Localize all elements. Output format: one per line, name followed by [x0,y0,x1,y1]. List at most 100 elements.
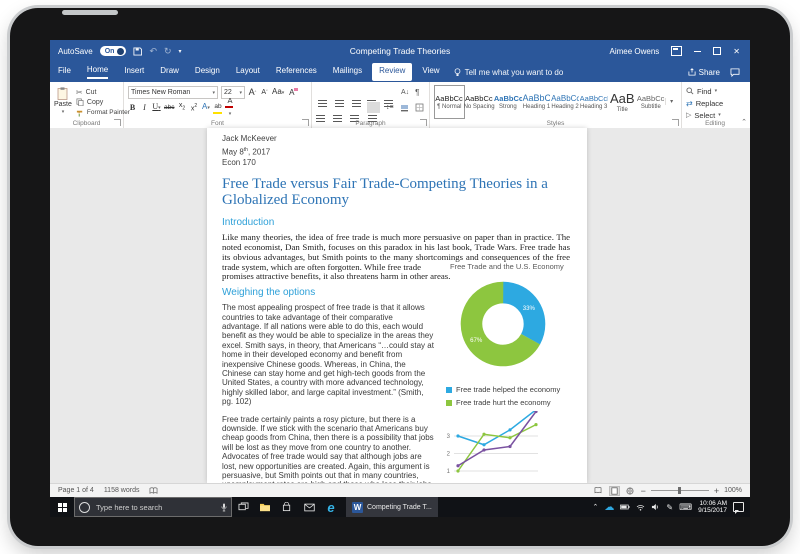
donut-chart[interactable]: 33% 67% [456,277,550,371]
tab-layout[interactable]: Layout [228,63,268,81]
style-normal[interactable]: AaBbCcDc ¶ Normal [434,85,465,119]
action-center-icon[interactable] [733,502,744,512]
style-no-spacing[interactable]: AaBbCcDd No Spacing [465,86,494,118]
minimize-button[interactable] [694,51,701,52]
autosave-toggle[interactable]: On [100,46,127,56]
zoom-in-button[interactable]: + [714,486,719,496]
edge-icon[interactable]: e [320,497,342,517]
doc-paragraph-2[interactable]: The most appealing prospect of free trad… [222,303,434,406]
share-button[interactable]: Share [688,68,720,77]
legend-item-hurt[interactable]: Free trade hurt the economy [446,398,580,407]
styles-gallery-more-button[interactable]: ▾ [665,98,677,105]
change-case-button[interactable]: Aa▾ [272,87,284,98]
legend-item-helped[interactable]: Free trade helped the economy [446,385,580,394]
mail-icon[interactable] [298,497,320,517]
tab-file[interactable]: File [50,63,79,81]
document-page[interactable]: Jack McKeever May 8th, 2017 Econ 170 Fre… [207,128,587,483]
bold-button[interactable]: B [128,103,137,113]
tell-me-box[interactable]: Tell me what you want to do [454,68,564,77]
tab-mailings[interactable]: Mailings [325,63,370,81]
taskbar-search-box[interactable] [74,497,232,517]
text-effects-button[interactable]: A▾ [201,102,210,113]
justify-button[interactable] [367,102,380,113]
style-heading-3[interactable]: AaBbCcD Heading 3 [579,86,608,118]
word-count[interactable]: 1158 words [104,487,140,494]
styles-dialog-launcher[interactable] [672,119,679,126]
tab-insert[interactable]: Insert [116,63,152,81]
tab-references[interactable]: References [268,63,325,81]
subscript-button[interactable]: x2 [177,101,186,113]
ribbon-display-options-icon[interactable] [671,46,682,56]
style-strong[interactable]: AaBbCcD Strong [494,86,523,118]
print-layout-button[interactable] [609,486,620,496]
doc-paragraph-3[interactable]: Free trade certainly paints a rosy pictu… [222,415,434,483]
shrink-font-button[interactable]: Aˇ [260,88,269,98]
format-painter-button[interactable]: Format Painter [76,108,130,118]
paragraph-dialog-launcher[interactable] [420,119,427,126]
align-left-button[interactable] [316,103,327,112]
line-spacing-button[interactable]: ↕≡ [386,104,394,111]
tab-draw[interactable]: Draw [152,63,187,81]
proofing-icon[interactable] [149,487,158,495]
touch-keyboard-icon[interactable]: ⌨ [679,503,692,512]
paste-button[interactable]: Paste ▾ [54,85,72,118]
user-name[interactable]: Aimee Owens [610,47,660,56]
underline-button[interactable]: U▾ [152,102,161,114]
search-input[interactable] [94,502,217,513]
font-dialog-launcher[interactable] [302,119,309,126]
microphone-icon[interactable] [221,503,227,512]
doc-heading-introduction[interactable]: Introduction [222,217,572,228]
align-right-button[interactable] [350,103,361,112]
decrease-indent-button[interactable] [367,88,378,97]
tab-view[interactable]: View [414,63,447,81]
restore-button[interactable] [713,47,721,55]
save-icon[interactable] [133,47,142,56]
file-explorer-icon[interactable] [254,497,276,517]
word-taskbar-button[interactable]: W Competing Trade T... [346,497,438,517]
grow-font-button[interactable]: Aˆ [248,87,257,99]
find-button[interactable]: Find▾ [686,85,744,97]
redo-icon[interactable]: ↻ [164,46,172,57]
close-button[interactable]: ✕ [733,47,740,56]
replace-button[interactable]: ⇄ Replace [686,97,744,109]
onedrive-icon[interactable]: ☁ [604,503,614,512]
style-subtitle[interactable]: AaBbCcD Subtitle [637,86,666,118]
style-title[interactable]: AaB Title [608,86,637,118]
chart-column[interactable]: Free Trade and the U.S. Economy 33% 67% … [440,262,580,483]
page-indicator[interactable]: Page 1 of 4 [58,487,94,494]
font-color-button[interactable]: A▾ [225,96,234,119]
collapse-ribbon-button[interactable]: ⌃ [741,118,747,126]
multilevel-list-button[interactable] [350,88,361,97]
doc-author-block[interactable]: Jack McKeever May 8th, 2017 Econ 170 [222,134,572,168]
sort-button[interactable]: A↓ [401,89,409,96]
zoom-slider-thumb[interactable] [678,487,681,494]
cut-button[interactable]: ✂Cut [76,87,130,97]
tab-design[interactable]: Design [187,63,228,81]
style-heading-1[interactable]: AaBbC Heading 1 [522,86,551,118]
increase-indent-button[interactable] [384,88,395,97]
italic-button[interactable]: I [140,103,149,113]
task-view-button[interactable] [232,497,254,517]
tab-review[interactable]: Review [372,63,412,81]
align-center-button[interactable] [333,103,344,112]
highlight-button[interactable]: ab [213,102,222,114]
clear-formatting-button[interactable]: A [287,88,296,98]
zoom-out-button[interactable]: − [641,486,646,496]
strikethrough-button[interactable]: abc [164,103,174,113]
battery-icon[interactable] [620,504,630,510]
clipboard-dialog-launcher[interactable] [114,119,121,126]
doc-title[interactable]: Free Trade versus Fair Trade-Competing T… [222,176,552,208]
numbering-button[interactable] [333,88,344,97]
tab-home[interactable]: Home [79,62,116,82]
store-icon[interactable] [276,497,298,517]
undo-icon[interactable]: ↶ [149,46,157,57]
wifi-icon[interactable] [636,504,645,511]
comments-icon[interactable] [730,68,740,77]
show-marks-button[interactable]: ¶ [415,88,419,97]
web-layout-button[interactable] [625,486,636,496]
start-button[interactable] [50,497,74,517]
pen-icon[interactable]: ✎ [666,503,673,512]
copy-button[interactable]: Copy [76,97,130,107]
font-family-select[interactable]: Times New Roman▾ [128,86,218,99]
superscript-button[interactable]: x2 [189,101,198,114]
